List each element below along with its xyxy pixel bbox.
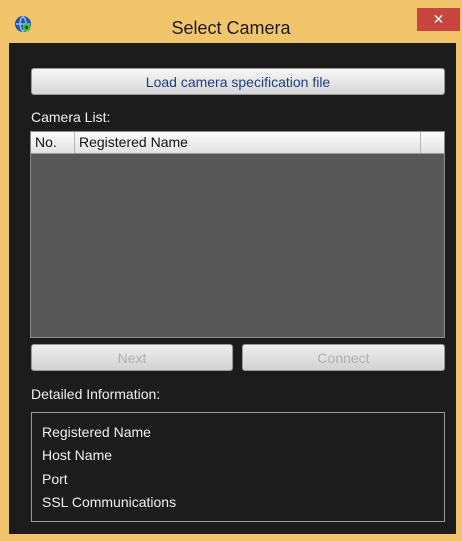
- detail-port: Port: [42, 471, 68, 487]
- dialog-body: Load camera specification file Camera Li…: [9, 43, 456, 534]
- title-bar[interactable]: Select Camera ✕: [0, 0, 462, 43]
- window-title: Select Camera: [171, 18, 291, 38]
- load-camera-spec-button[interactable]: Load camera specification file: [31, 68, 445, 95]
- detailed-information-box: Registered Name Host Name Port SSL Commu…: [31, 412, 445, 522]
- connect-button[interactable]: Connect: [242, 344, 445, 371]
- detail-ssl-communications: SSL Communications: [42, 494, 177, 510]
- select-camera-window: Select Camera ✕ Load camera specificatio…: [0, 0, 462, 541]
- next-button[interactable]: Next: [31, 344, 233, 371]
- detail-registered-name: Registered Name: [42, 424, 151, 440]
- detailed-information-label: Detailed Information:: [31, 386, 161, 402]
- close-button[interactable]: ✕: [417, 8, 460, 31]
- column-header-filler: [421, 132, 444, 153]
- column-header-registered-name[interactable]: Registered Name: [75, 132, 421, 153]
- column-header-no[interactable]: No.: [31, 132, 75, 153]
- close-icon: ✕: [432, 11, 445, 27]
- camera-list-label: Camera List:: [31, 109, 111, 125]
- camera-list[interactable]: No. Registered Name: [30, 131, 445, 338]
- detail-host-name: Host Name: [42, 447, 113, 463]
- camera-list-header: No. Registered Name: [31, 132, 444, 154]
